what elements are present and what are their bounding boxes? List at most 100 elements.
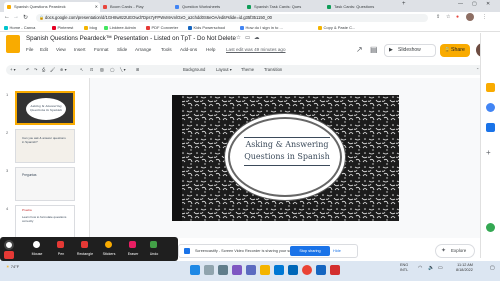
back-icon[interactable]: ← bbox=[4, 14, 10, 20]
stop-record-icon[interactable] bbox=[4, 251, 14, 259]
new-tab-icon[interactable]: + bbox=[402, 1, 406, 7]
shape-icon[interactable]: ◯ bbox=[110, 67, 115, 72]
line-icon[interactable]: ╲ ▾ bbox=[120, 67, 126, 72]
maximize-icon[interactable]: ▢ bbox=[472, 1, 477, 7]
tasks-icon[interactable] bbox=[486, 103, 495, 112]
zoom-icon[interactable]: ⊕ ▾ bbox=[60, 67, 67, 72]
start-icon[interactable] bbox=[190, 265, 200, 275]
menu-help[interactable]: Help bbox=[206, 47, 215, 52]
tool-mouse[interactable]: Mouse bbox=[25, 252, 49, 256]
bookmark-blog[interactable]: blog bbox=[84, 25, 97, 30]
file-explorer-icon[interactable] bbox=[260, 265, 270, 275]
tab-slides[interactable]: Spanish Questions Peardeck ✕ bbox=[4, 2, 100, 12]
forward-icon[interactable]: → bbox=[13, 14, 19, 20]
background-button[interactable]: Background bbox=[183, 67, 205, 72]
collapse-icon[interactable]: ⌃ bbox=[476, 67, 480, 72]
hide-button[interactable]: Hide bbox=[333, 246, 341, 256]
powerpoint-icon[interactable] bbox=[330, 265, 340, 275]
keep-icon[interactable] bbox=[486, 83, 495, 92]
explore-button[interactable]: ✦ Explore bbox=[435, 244, 475, 258]
bookmark-powerschool[interactable]: Kids Powerschool bbox=[188, 25, 225, 30]
menu-slide[interactable]: Slide bbox=[117, 47, 127, 52]
new-slide-icon[interactable]: + ▾ bbox=[10, 67, 16, 72]
share-button[interactable]: 🔒 Share bbox=[440, 44, 470, 57]
bookmark-star-icon[interactable]: ☆ bbox=[446, 14, 450, 20]
print-icon[interactable]: ⎙ bbox=[42, 67, 45, 72]
close-tab-icon[interactable]: ✕ bbox=[95, 2, 98, 12]
bookmark-signin[interactable]: How do I sign in to ... bbox=[240, 25, 283, 30]
url-field[interactable]: 🔒 docs.google.com/presentation/d/1GH8w8z2… bbox=[36, 14, 428, 22]
bookmark-pdf[interactable]: PDF Converter bbox=[146, 25, 178, 30]
paint-format-icon[interactable]: 🖌 bbox=[50, 67, 55, 73]
slide-thumb-3[interactable]: Preguntas bbox=[15, 167, 75, 201]
tab-task-cards-2[interactable]: Task Cards: Questions bbox=[324, 2, 398, 12]
redo-icon[interactable]: ↷ bbox=[34, 67, 38, 72]
textbox-icon[interactable]: ⊡ bbox=[90, 67, 94, 72]
menu-file[interactable]: File bbox=[26, 47, 33, 52]
notification-icon[interactable]: ▢ bbox=[490, 265, 495, 271]
slide-thumb-2[interactable]: Can you ask & answer questions in Spanis… bbox=[15, 129, 75, 163]
weather-widget[interactable]: ☀ 74°F bbox=[6, 264, 19, 269]
calendar-icon[interactable] bbox=[486, 123, 495, 132]
chrome-icon[interactable] bbox=[302, 265, 312, 275]
tool-stickers[interactable]: Stickers bbox=[97, 252, 121, 256]
mouse-icon[interactable] bbox=[33, 241, 40, 248]
rectangle-icon[interactable] bbox=[81, 241, 88, 248]
bookmark-linktree[interactable]: Linktree Admin bbox=[104, 25, 136, 30]
minimize-icon[interactable]: — bbox=[458, 1, 463, 7]
slide-thumb-1[interactable]: Asking & Answering Questions in Spanish bbox=[15, 91, 75, 125]
pen-icon[interactable] bbox=[57, 241, 64, 248]
star-icon[interactable]: ☆ bbox=[236, 35, 241, 41]
menu-insert[interactable]: Insert bbox=[74, 47, 86, 52]
clock[interactable]: 11:12 AM 8/18/2022 bbox=[456, 263, 473, 273]
tab-task-cards[interactable]: Spanish Task Cards: Ques bbox=[244, 2, 324, 12]
menu-view[interactable]: View bbox=[56, 47, 66, 52]
slideshow-button[interactable]: ▶ Slideshow bbox=[384, 44, 436, 57]
close-window-icon[interactable]: ✕ bbox=[486, 1, 490, 7]
menu-format[interactable]: Format bbox=[94, 47, 109, 52]
menu-edit[interactable]: Edit bbox=[40, 47, 48, 52]
word-icon[interactable] bbox=[316, 265, 326, 275]
menu-tools[interactable]: Tools bbox=[161, 47, 172, 52]
edge-icon[interactable] bbox=[274, 265, 284, 275]
add-on-plus-icon[interactable]: + bbox=[486, 148, 491, 157]
extension-icon[interactable]: ● bbox=[456, 14, 459, 20]
tool-rectangle[interactable]: Rectangle bbox=[73, 252, 97, 256]
menu-add-ons[interactable]: Add-ons bbox=[180, 47, 197, 52]
undo-icon[interactable]: ↶ bbox=[26, 67, 30, 72]
store-icon[interactable] bbox=[288, 265, 298, 275]
comment-add-icon[interactable]: ⊞ bbox=[136, 67, 140, 72]
slide-thumb-4[interactable]: Prueba Learn how to formulate questions … bbox=[15, 205, 75, 239]
tab-boom[interactable]: Boom Cards - Play bbox=[100, 2, 172, 12]
bookmark-pinterest[interactable]: Pinterest bbox=[52, 25, 73, 30]
share-page-icon[interactable]: ⇪ bbox=[436, 14, 440, 20]
input-language[interactable]: ENG INTL bbox=[400, 263, 408, 273]
bookmark-copy-paste[interactable]: Copy & Paste C... bbox=[318, 25, 355, 30]
bookmark-canva[interactable]: Home - Canva bbox=[4, 25, 35, 30]
slides-logo-icon[interactable] bbox=[6, 35, 20, 53]
current-slide[interactable]: Asking & Answering Questions in Spanish bbox=[172, 95, 399, 221]
battery-icon[interactable]: ▭ bbox=[438, 265, 443, 271]
eraser-icon[interactable] bbox=[129, 241, 136, 248]
theme-button[interactable]: Theme bbox=[241, 67, 254, 72]
profile-avatar[interactable] bbox=[466, 13, 474, 21]
activity-icon[interactable]: ↗ bbox=[356, 45, 363, 54]
last-edit-link[interactable]: Last edit was 49 minutes ago bbox=[226, 47, 286, 52]
comments-icon[interactable]: ▤ bbox=[370, 45, 378, 54]
layout-button[interactable]: Layout ▾ bbox=[216, 67, 232, 72]
task-view-icon[interactable] bbox=[218, 265, 228, 275]
widgets-icon[interactable] bbox=[232, 265, 242, 275]
wifi-icon[interactable]: ◠ bbox=[418, 265, 422, 271]
select-icon[interactable]: ↖ bbox=[80, 67, 84, 72]
teams-icon[interactable] bbox=[246, 265, 256, 275]
reload-icon[interactable]: ↻ bbox=[23, 14, 28, 21]
menu-arrange[interactable]: Arrange bbox=[135, 47, 151, 52]
image-icon[interactable]: ▨ bbox=[100, 67, 104, 72]
undo-annotation-icon[interactable] bbox=[150, 241, 157, 248]
tool-pen[interactable]: Pen bbox=[49, 252, 73, 256]
move-folder-icon[interactable]: ▭ bbox=[245, 35, 250, 41]
record-icon[interactable] bbox=[4, 240, 14, 250]
document-title[interactable]: Spanish Questions Peardeck™ Presentation… bbox=[26, 35, 236, 42]
transition-button[interactable]: Transition bbox=[264, 67, 282, 72]
tab-worksheets[interactable]: Question Worksheets bbox=[172, 2, 244, 12]
